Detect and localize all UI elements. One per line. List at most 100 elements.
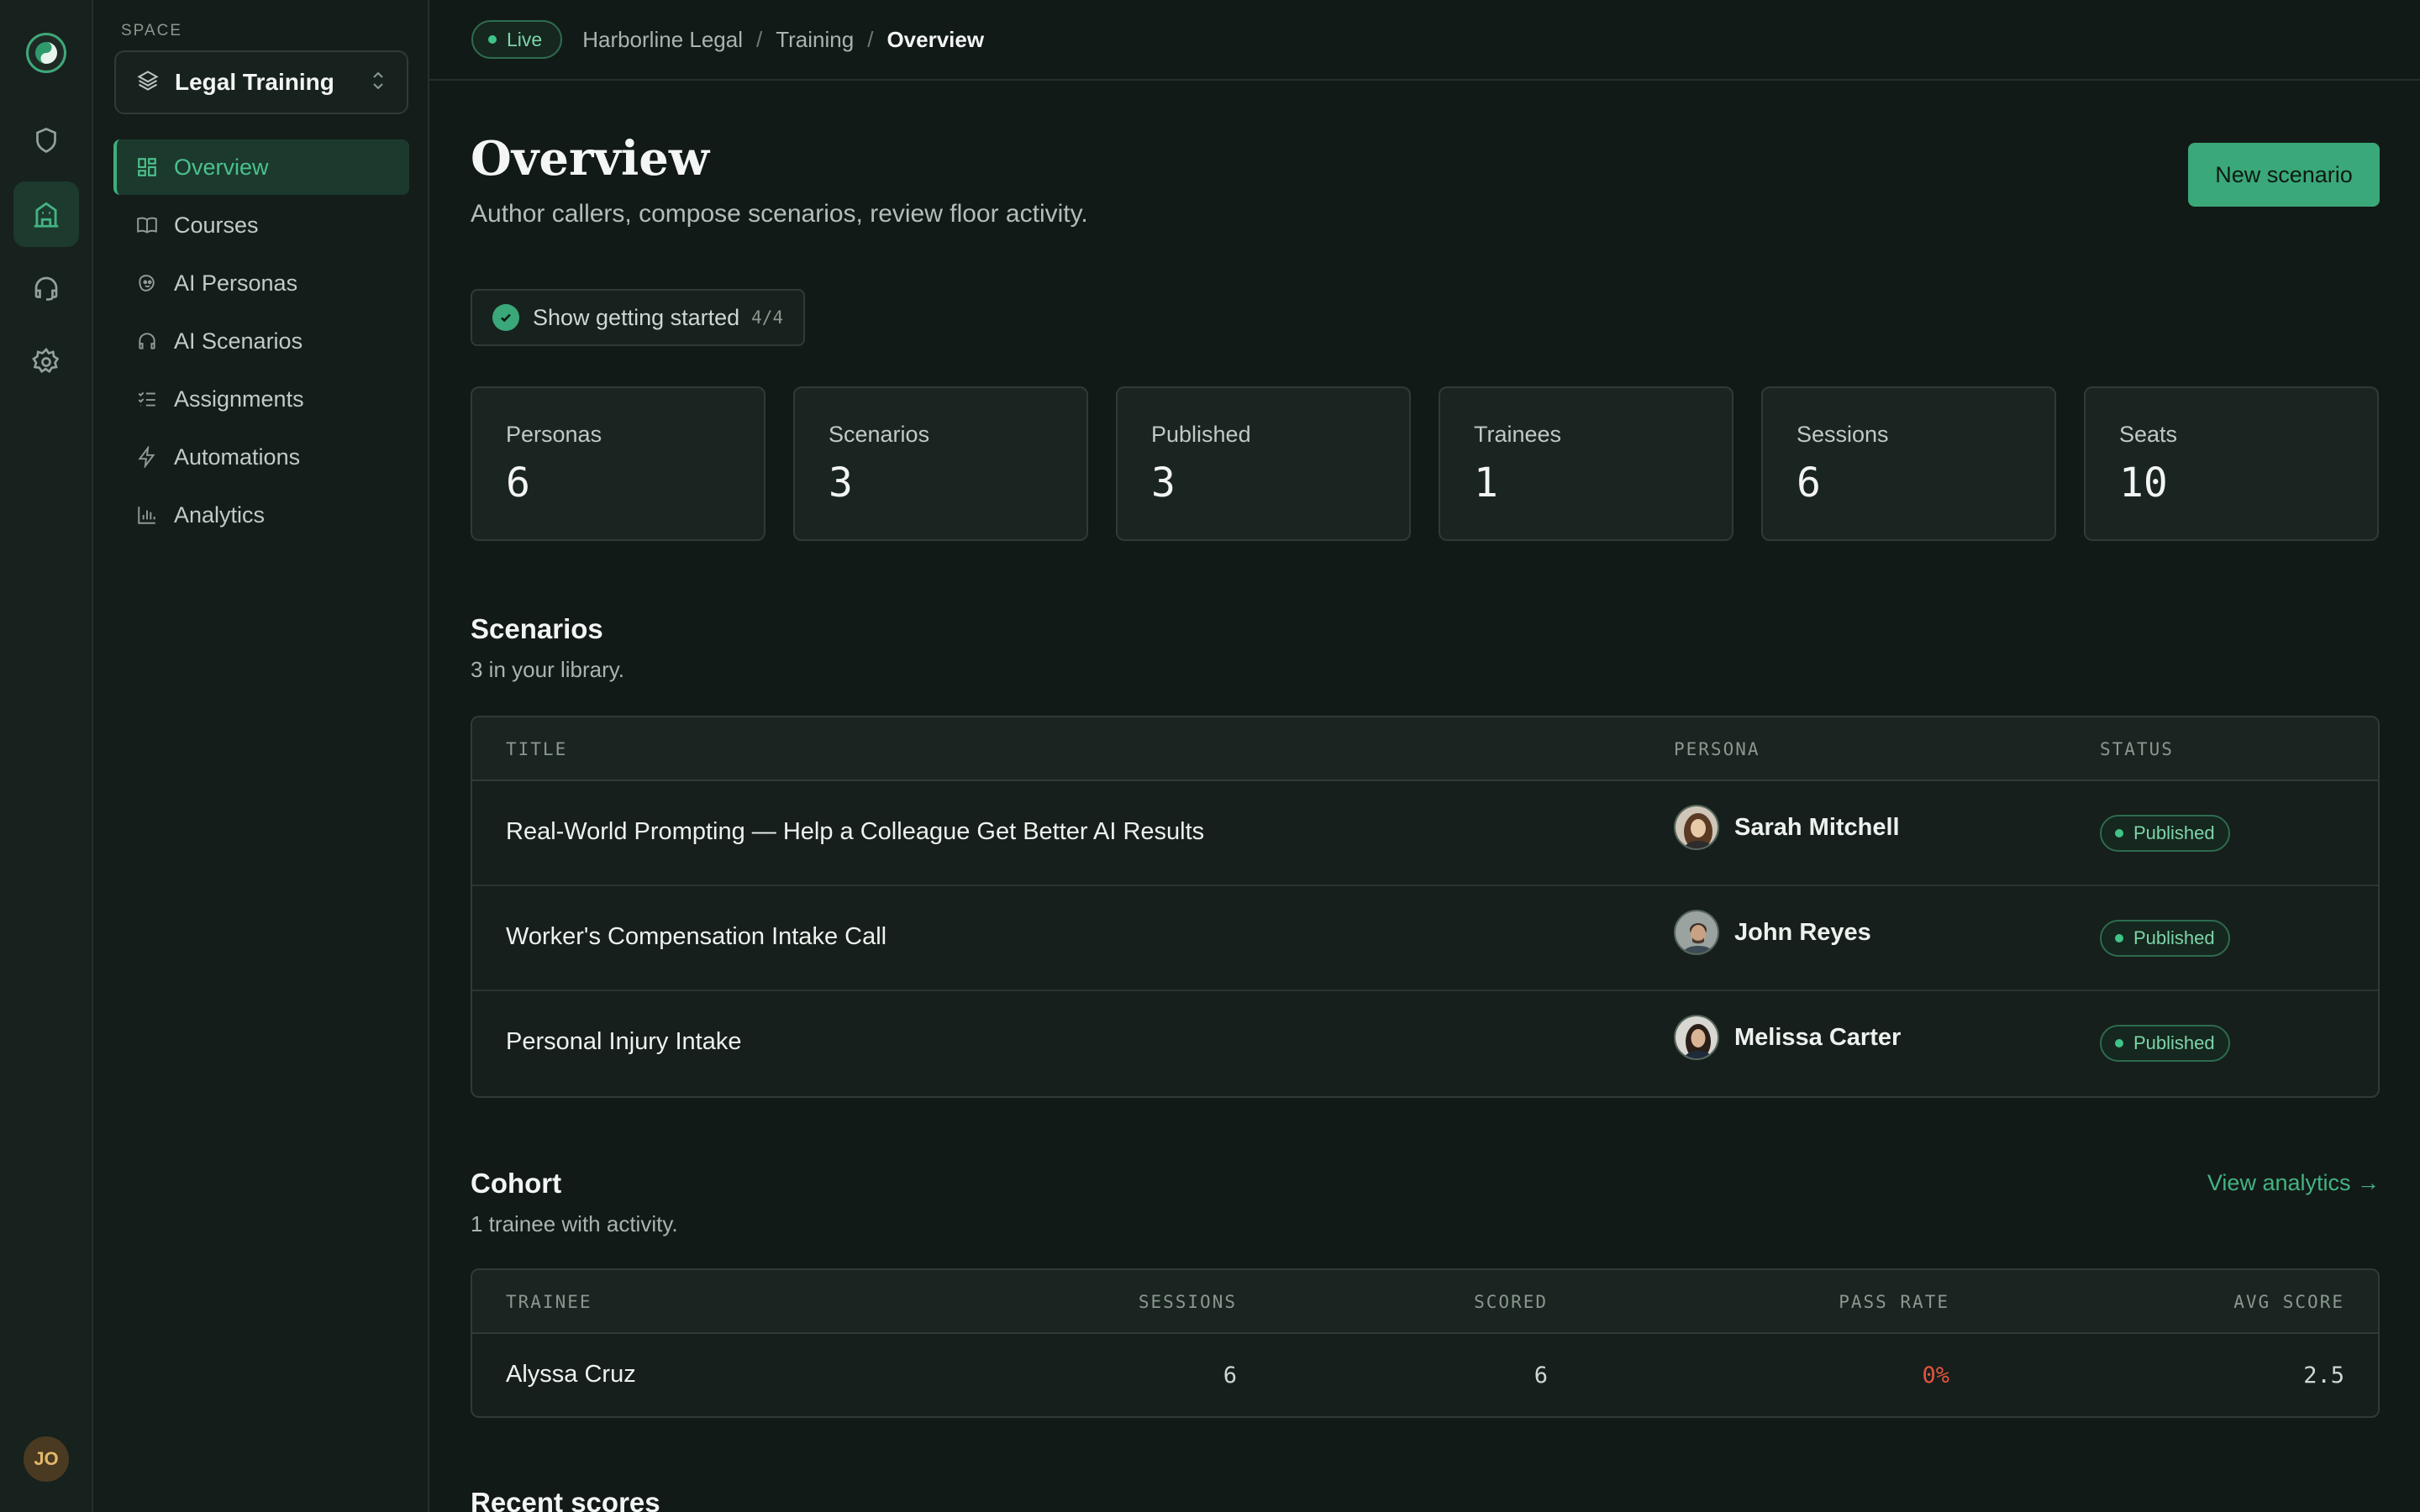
breadcrumb-current: Overview xyxy=(886,26,985,52)
status-badge: Published xyxy=(2100,920,2230,957)
trainee-name[interactable]: Alyssa Cruz xyxy=(506,1361,636,1389)
topbar: Live Harborline Legal / Training / Overv… xyxy=(429,0,2420,81)
sidebar-item-label: Courses xyxy=(174,212,259,238)
stat-value: 3 xyxy=(1151,459,1176,507)
stat-value: 1 xyxy=(1474,459,1498,507)
status-label: Published xyxy=(2133,822,2215,843)
space-name: Legal Training xyxy=(175,69,334,95)
stat-label: Scenarios xyxy=(829,422,930,447)
sidebar-item-label: AI Scenarios xyxy=(174,328,303,354)
stats-row: Personas 6 Scenarios 3 Published 3 Train… xyxy=(471,386,2380,541)
pass-rate-value: 0% xyxy=(1922,1362,1949,1389)
stat-card-seats: Seats 10 xyxy=(2084,386,2379,541)
checklist-icon xyxy=(135,387,159,411)
layers-icon xyxy=(136,69,160,97)
sidebar-item-label: Automations xyxy=(174,444,301,470)
column-header-persona[interactable]: PERSONA xyxy=(1674,739,1760,759)
persona-icon xyxy=(135,271,159,295)
headset-icon[interactable] xyxy=(13,255,79,321)
scenarios-table: TITLE PERSONA STATUS Real-World Promptin… xyxy=(471,716,2380,1098)
user-avatar[interactable]: JO xyxy=(24,1436,69,1482)
scenarios-heading: Scenarios xyxy=(471,613,603,644)
sessions-value: 6 xyxy=(1223,1362,1237,1389)
sidebar-item-ai-personas[interactable]: AI Personas xyxy=(113,255,409,311)
stat-value: 6 xyxy=(1797,459,1821,507)
sidebar-item-automations[interactable]: Automations xyxy=(113,429,409,485)
building-icon[interactable] xyxy=(13,181,79,247)
status-dot-icon xyxy=(2115,934,2123,942)
scenario-title[interactable]: Personal Injury Intake xyxy=(506,1028,741,1056)
view-analytics-link[interactable]: View analytics → xyxy=(2207,1170,2380,1196)
stat-value: 6 xyxy=(506,459,530,507)
persona-name: John Reyes xyxy=(1734,918,1871,946)
sidebar-item-label: Analytics xyxy=(174,501,266,528)
stat-card-trainees: Trainees 1 xyxy=(1439,386,1733,541)
show-getting-started-button[interactable]: Show getting started 4/4 xyxy=(471,289,806,346)
column-header-pass-rate[interactable]: PASS RATE xyxy=(1839,1292,1949,1312)
live-badge: Live xyxy=(471,20,563,59)
sidebar-item-overview[interactable]: Overview xyxy=(113,139,409,195)
breadcrumb: Harborline Legal / Training / Overview xyxy=(582,27,984,53)
sidebar-item-courses[interactable]: Courses xyxy=(113,197,409,253)
live-dot-icon xyxy=(488,35,497,44)
stat-value: 10 xyxy=(2119,459,2168,507)
table-row[interactable]: Worker's Compensation Intake Call John R… xyxy=(472,886,2378,991)
table-header: TITLE PERSONA STATUS xyxy=(472,717,2378,781)
sidebar-item-label: AI Personas xyxy=(174,270,298,296)
column-header-sessions[interactable]: SESSIONS xyxy=(1139,1292,1237,1312)
space-selector[interactable]: Legal Training xyxy=(114,50,408,114)
stat-card-scenarios: Scenarios 3 xyxy=(793,386,1088,541)
status-dot-icon xyxy=(2115,1039,2123,1047)
recent-scores-heading: Recent scores xyxy=(471,1487,660,1512)
column-header-scored[interactable]: SCORED xyxy=(1474,1292,1548,1312)
stat-card-published: Published 3 xyxy=(1116,386,1411,541)
table-row[interactable]: Real-World Prompting — Help a Colleague … xyxy=(472,781,2378,886)
persona-cell: Melissa Carter xyxy=(1674,1015,1901,1060)
cohort-subtitle: 1 trainee with activity. xyxy=(471,1211,678,1236)
column-header-title[interactable]: TITLE xyxy=(506,739,567,759)
avatar xyxy=(1674,805,1719,850)
breadcrumb-separator: / xyxy=(867,26,874,52)
avg-score-value: 2.5 xyxy=(2303,1362,2344,1389)
icon-rail: JO xyxy=(0,0,93,1512)
column-header-avg-score[interactable]: AVG SCORE xyxy=(2233,1292,2344,1312)
page-subtitle: Author callers, compose scenarios, revie… xyxy=(471,200,1088,228)
status-label: Published xyxy=(2133,1032,2215,1053)
breadcrumb-item[interactable]: Harborline Legal xyxy=(582,27,743,53)
sidebar-nav: Overview Courses AI Personas AI Scenario… xyxy=(113,139,409,545)
sidebar-item-assignments[interactable]: Assignments xyxy=(113,371,409,427)
new-scenario-button[interactable]: New scenario xyxy=(2188,143,2380,207)
grid-icon xyxy=(135,155,159,179)
sidebar-item-analytics[interactable]: Analytics xyxy=(113,487,409,543)
shield-icon[interactable] xyxy=(13,108,79,173)
getting-started-count: 4/4 xyxy=(751,307,784,328)
persona-name: Sarah Mitchell xyxy=(1734,813,1900,841)
stat-label: Published xyxy=(1151,422,1251,447)
status-badge: Published xyxy=(2100,815,2230,852)
table-header: TRAINEE SESSIONS SCORED PASS RATE AVG SC… xyxy=(472,1270,2378,1334)
page-title: Overview xyxy=(471,131,710,186)
cohort-heading: Cohort xyxy=(471,1168,562,1199)
stat-label: Sessions xyxy=(1797,422,1889,447)
live-label: Live xyxy=(507,28,543,50)
persona-cell: John Reyes xyxy=(1674,910,1871,955)
sidebar-item-label: Assignments xyxy=(174,386,304,412)
scenario-title[interactable]: Worker's Compensation Intake Call xyxy=(506,923,886,951)
table-row[interactable]: Personal Injury Intake Melissa Carter Pu… xyxy=(472,991,2378,1096)
sidebar-item-ai-scenarios[interactable]: AI Scenarios xyxy=(113,313,409,369)
gear-icon[interactable] xyxy=(13,329,79,395)
app: JO SPACE Legal Training Overview Courses xyxy=(0,0,2420,1512)
scenario-title[interactable]: Real-World Prompting — Help a Colleague … xyxy=(506,818,1204,846)
table-row[interactable]: Alyssa Cruz 6 6 0% 2.5 xyxy=(472,1334,2378,1416)
book-icon xyxy=(135,213,159,237)
sidebar-item-label: Overview xyxy=(174,154,269,180)
chevron-updown-icon xyxy=(370,70,387,96)
stat-value: 3 xyxy=(829,459,853,507)
avatar xyxy=(1674,910,1719,955)
column-header-trainee[interactable]: TRAINEE xyxy=(506,1292,592,1312)
column-header-status[interactable]: STATUS xyxy=(2100,739,2174,759)
logo-icon[interactable] xyxy=(26,33,66,73)
persona-name: Melissa Carter xyxy=(1734,1023,1902,1051)
scenarios-subtitle: 3 in your library. xyxy=(471,657,625,682)
breadcrumb-item[interactable]: Training xyxy=(776,27,854,53)
